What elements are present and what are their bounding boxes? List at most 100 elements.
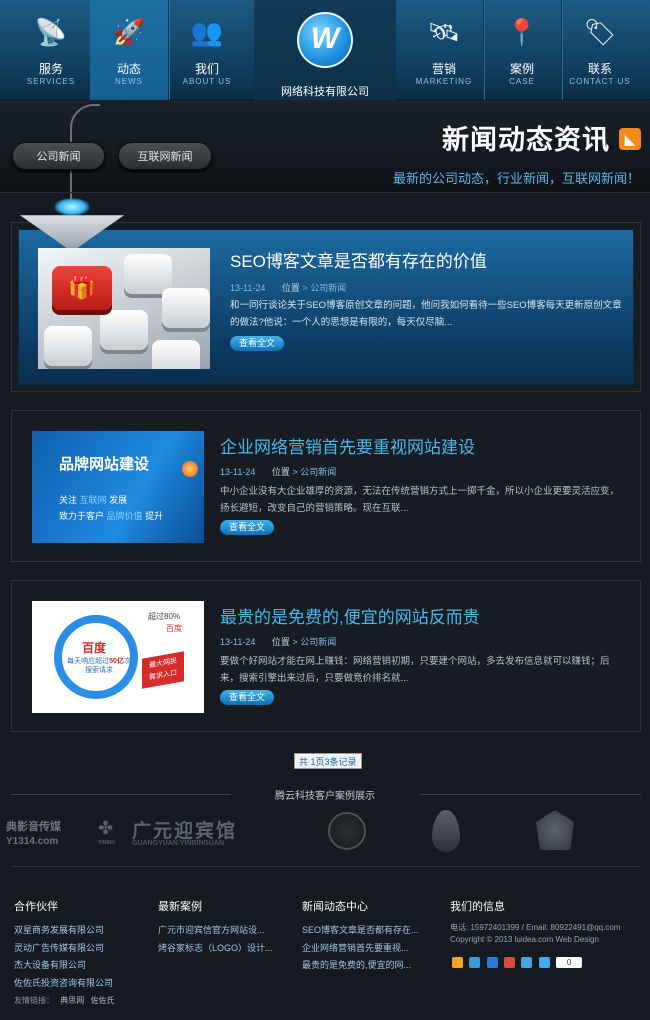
news-thumbnail[interactable]: 品牌网站建设 关注 互联网 发展 致力于客户 品牌价值 提升 xyxy=(32,431,204,543)
news-card: 品牌网站建设 关注 互联网 发展 致力于客户 品牌价值 提升 企业网络营销首先要… xyxy=(11,410,641,562)
news-date: 13-11-24 xyxy=(220,467,256,477)
nav-item-marketing[interactable]: 🛰 营销 MARKETING xyxy=(405,0,483,100)
footer-link[interactable]: SEO博客文章是否都有存在... xyxy=(302,922,419,940)
nav-sublabel: MARKETING xyxy=(415,77,473,86)
thumb-text: 发展 xyxy=(109,495,128,505)
nav-item-about[interactable]: 👥 我们 ABOUT US xyxy=(168,0,246,100)
share-tencent-icon[interactable] xyxy=(486,957,498,969)
news-title[interactable]: 最贵的是免费的,便宜的网站反而贵 xyxy=(220,603,480,628)
nav-item-contact[interactable]: 🏷 联系 CONTACT US xyxy=(561,0,639,100)
read-more-button[interactable]: 查看全文 xyxy=(230,336,285,351)
nav-label: 营销 xyxy=(431,62,456,76)
nav-sublabel: CONTACT US xyxy=(569,77,631,86)
share-qzone-icon[interactable] xyxy=(452,957,463,969)
thumb-heading: 品牌网站建设 xyxy=(59,456,150,473)
partner-logo-dragon-icon[interactable] xyxy=(328,812,366,850)
friend-link[interactable]: 典思网 xyxy=(60,996,84,1005)
news-excerpt: 中小企业没有大企业雄厚的资源，无法在传统营销方式上一掷千金，所以小企业更要灵活应… xyxy=(220,486,620,514)
partner-logo-guangyuan[interactable]: ✤ YINBIN 广元迎宾馆 GUANGYUAN YINBINGUAN xyxy=(98,814,268,854)
nav-sublabel: NEWS xyxy=(115,77,143,86)
thumb-text: 提升 xyxy=(145,511,164,521)
news-excerpt: 和一同行谈论关于SEO博客原创文章的问题，他问我如何看待一些SEO博客每天更新原… xyxy=(230,300,622,328)
satellite-icon: 🛰 xyxy=(427,17,461,47)
footer-heading: 新闻动态中心 xyxy=(302,901,368,913)
partners-heading: 腾云科技客户案例展示 xyxy=(275,791,375,802)
partner-logo-text: Y1314.com xyxy=(6,836,59,847)
news-location-label: 位置 xyxy=(281,283,300,293)
share-bar: 0 xyxy=(452,955,585,969)
partner-logo-emblem-icon[interactable] xyxy=(536,810,574,850)
read-more-button[interactable]: 查看全文 xyxy=(220,690,275,705)
partner-logo-text: 广元迎宾馆 xyxy=(132,821,238,842)
footer-latest-cases: 最新案例 广元市迎宾信官方网站设... 烤谷家标志（LOGO）设计... xyxy=(158,898,273,957)
footer-heading: 合作伙伴 xyxy=(14,901,58,913)
news-location-label: 位置 xyxy=(271,637,290,647)
contact-phone-email: 电话: 15972401399 / Email: 80922491@qq.com xyxy=(450,923,621,932)
gift-icon: 🎁 xyxy=(52,266,112,310)
balloon-icon xyxy=(182,461,198,477)
news-card: 百度 每天响应超过50亿次 搜索请求 超过80% 百度 最大网民 需求入口 最贵的是… xyxy=(11,580,641,732)
keyboard-key xyxy=(124,254,172,294)
footer-heading: 我们的信息 xyxy=(450,901,505,913)
breadcrumb-separator: > xyxy=(302,283,308,293)
news-title[interactable]: 企业网络营销首先要重视网站建设 xyxy=(220,433,475,458)
footer-link[interactable]: 佐佐氏投资咨询有限公司 xyxy=(14,975,113,993)
news-category-link[interactable]: 公司新闻 xyxy=(300,467,336,477)
keyboard-key xyxy=(100,310,148,350)
footer-link[interactable]: 双星商务发展有限公司 xyxy=(14,922,113,940)
news-thumbnail[interactable]: 🎁 xyxy=(38,248,210,369)
thumb-text: 次 xyxy=(123,658,131,665)
news-category-link[interactable]: 公司新闻 xyxy=(310,283,346,293)
share-renren-icon[interactable] xyxy=(504,957,516,969)
nav-sublabel: SERVICES xyxy=(26,77,76,86)
thumb-text: 关注 xyxy=(59,495,78,505)
partner-logo-flame-icon[interactable] xyxy=(432,810,460,852)
news-category-link[interactable]: 公司新闻 xyxy=(300,637,336,647)
divider xyxy=(420,794,641,795)
partner-logo-text: GUANGYUAN YINBINGUAN xyxy=(132,840,225,847)
nav-label: 我们 xyxy=(194,62,219,76)
news-date: 13-11-24 xyxy=(220,637,256,647)
footer-news-center: 新闻动态中心 SEO博客文章是否都有存在... 企业网络营销首先要重视... 最… xyxy=(302,898,419,975)
keyboard-key xyxy=(162,288,210,328)
breadcrumb-separator: > xyxy=(292,637,298,647)
divider xyxy=(11,794,231,795)
news-title[interactable]: SEO博客文章是否都有存在的价值 xyxy=(230,247,487,272)
keyboard-key xyxy=(44,326,92,366)
footer-link[interactable]: 广元市迎宾信官方网站设... xyxy=(158,922,273,940)
footer-link[interactable]: 最贵的是免费的,便宜的网... xyxy=(302,957,419,975)
tab-internet-news[interactable]: 互联网新闻 xyxy=(118,142,212,170)
footer-link[interactable]: 烤谷家标志（LOGO）设计... xyxy=(158,940,273,958)
news-card: 🎁 SEO博客文章是否都有存在的价值 13-11-24 位置 > 公司新闻 和一… xyxy=(11,222,641,392)
news-location-label: 位置 xyxy=(271,467,290,477)
footer-link[interactable]: 杰大设备有限公司 xyxy=(14,957,113,975)
thumb-text: 50亿 xyxy=(109,658,124,665)
thumb-text: 品牌价值 xyxy=(106,511,143,521)
friend-link[interactable]: 佐佐氏 xyxy=(90,996,114,1005)
map-pin-icon: 📍 xyxy=(505,17,539,47)
partner-logo-text: 典影音传媒 xyxy=(6,821,61,833)
thumb-text: 最大网民 xyxy=(149,657,177,670)
news-thumbnail[interactable]: 百度 每天响应超过50亿次 搜索请求 超过80% 百度 最大网民 需求入口 xyxy=(32,601,204,713)
thumb-line: 关注 互联网 发展 xyxy=(59,493,127,506)
friend-links: 友情链接： 典思网 佐佐氏 xyxy=(14,995,114,1006)
share-kaixin-icon[interactable] xyxy=(521,957,533,969)
footer-link[interactable]: 企业网络营销首先要重视... xyxy=(302,940,419,958)
share-more-icon[interactable] xyxy=(538,957,550,969)
partner-logo-yinyin[interactable]: 典影音传媒 Y1314.com xyxy=(6,820,88,860)
thumb-text: 互联网 xyxy=(79,495,107,505)
copyright-text: Copyright © 2013 luidea.com Web Design xyxy=(450,935,599,944)
share-weibo-icon[interactable] xyxy=(469,957,481,969)
share-count: 0 xyxy=(556,957,583,969)
nav-item-case[interactable]: 📍 案例 CASE xyxy=(483,0,561,100)
thumb-text: 超过80% xyxy=(148,612,181,621)
read-more-button[interactable]: 查看全文 xyxy=(220,520,275,535)
tag-icon: 🏷 xyxy=(583,17,617,47)
nav-item-services[interactable]: 📡 服务 SERVICES xyxy=(12,0,90,100)
footer-partners: 合作伙伴 双星商务发展有限公司 灵动广告传媒有限公司 杰大设备有限公司 佐佐氏投… xyxy=(14,898,113,992)
news-date: 13-11-24 xyxy=(230,283,266,293)
rss-icon[interactable]: ◣ xyxy=(619,128,641,150)
tab-company-news[interactable]: 公司新闻 xyxy=(12,142,105,170)
news-meta: 13-11-24 位置 > 公司新闻 xyxy=(230,281,346,294)
footer-link[interactable]: 灵动广告传媒有限公司 xyxy=(14,940,113,958)
